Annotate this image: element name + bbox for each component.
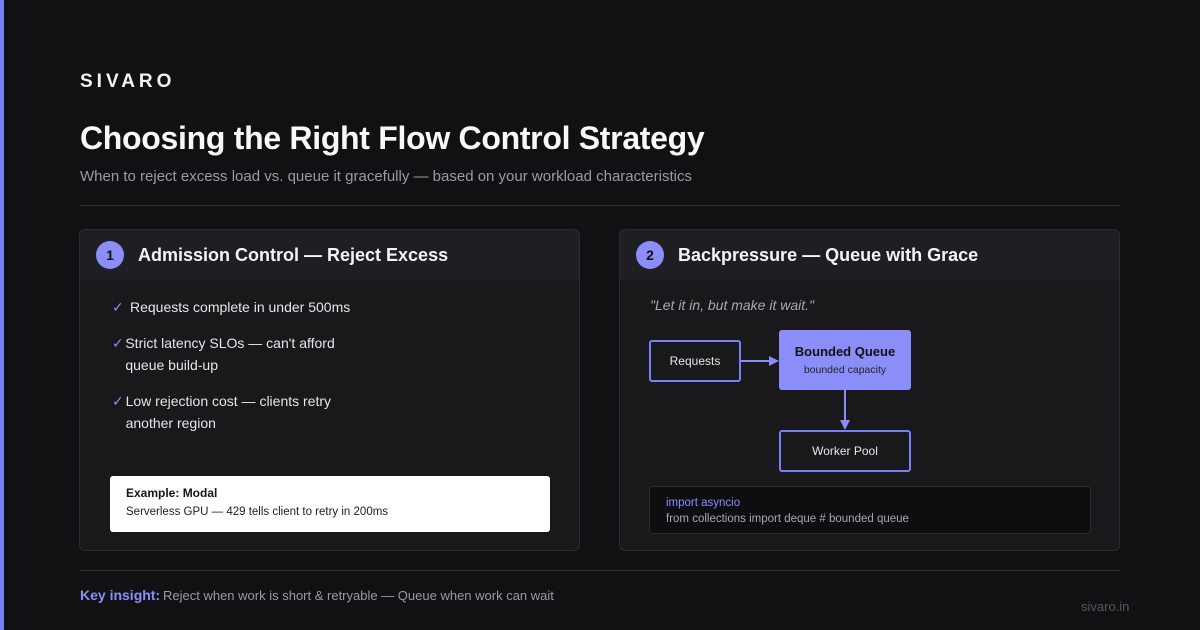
card-title: Admission Control — Reject Excess: [138, 244, 449, 265]
criteria-text: Strict latency SLOs — can't afford queue…: [125, 335, 335, 373]
code-line: import asyncio: [666, 497, 741, 509]
check-icon: ✓: [112, 393, 124, 409]
requests-node: Requests: [649, 340, 741, 382]
bounded-queue-node: Bounded Queue bounded capacity: [779, 330, 911, 390]
card-header: 2 Backpressure — Queue with Grace: [620, 230, 1119, 280]
check-icon: ✓: [112, 335, 124, 351]
page-title: Choosing the Right Flow Control Strategy: [80, 120, 705, 156]
worker-pool-node: Worker Pool: [779, 430, 911, 472]
criteria-list: ✓ Requests complete in under 500ms ✓ Str…: [112, 296, 352, 448]
step-number-badge: 1: [96, 241, 124, 269]
card-title: Backpressure — Queue with Grace: [678, 244, 979, 265]
node-label: Requests: [669, 354, 721, 368]
brand-logo: SIVARO: [80, 71, 176, 92]
node-label: Bounded Queue: [794, 344, 896, 359]
page-subtitle: When to reject excess load vs. queue it …: [80, 168, 692, 185]
insight-label: Key insight:: [80, 587, 161, 603]
list-item: ✓ Strict latency SLOs — can't afford que…: [112, 332, 352, 376]
divider: [80, 570, 1120, 571]
list-item: ✓ Requests complete in under 500ms: [112, 296, 352, 318]
node-sublabel: bounded capacity: [803, 364, 887, 376]
criteria-text: Requests complete in under 500ms: [130, 299, 351, 315]
quote-text: "Let it in, but make it wait.": [650, 297, 815, 313]
divider: [80, 205, 1120, 206]
example-text: Serverless GPU — 429 tells client to ret…: [126, 506, 389, 518]
step-number-badge: 2: [636, 241, 664, 269]
accent-bar: [0, 0, 4, 630]
admission-control-card: 1 Admission Control — Reject Excess ✓ Re…: [79, 229, 580, 551]
list-item: ✓ Low rejection cost — clients retry ano…: [112, 390, 352, 434]
card-header: 1 Admission Control — Reject Excess: [80, 230, 579, 280]
insight-text: Reject when work is short & retryable — …: [163, 588, 554, 603]
footer-url: sivaro.in: [1081, 599, 1130, 614]
code-line: from collections import deque # bounded …: [666, 513, 909, 525]
node-label: Worker Pool: [812, 444, 878, 458]
check-icon: ✓: [112, 299, 124, 315]
code-snippet: import asyncio from collections import d…: [649, 486, 1091, 534]
example-title: Example: Modal: [126, 486, 218, 500]
backpressure-card: 2 Backpressure — Queue with Grace "Let i…: [619, 229, 1120, 551]
example-box: Example: Modal Serverless GPU — 429 tell…: [110, 476, 550, 532]
criteria-text: Low rejection cost — clients retry anoth…: [125, 393, 332, 431]
